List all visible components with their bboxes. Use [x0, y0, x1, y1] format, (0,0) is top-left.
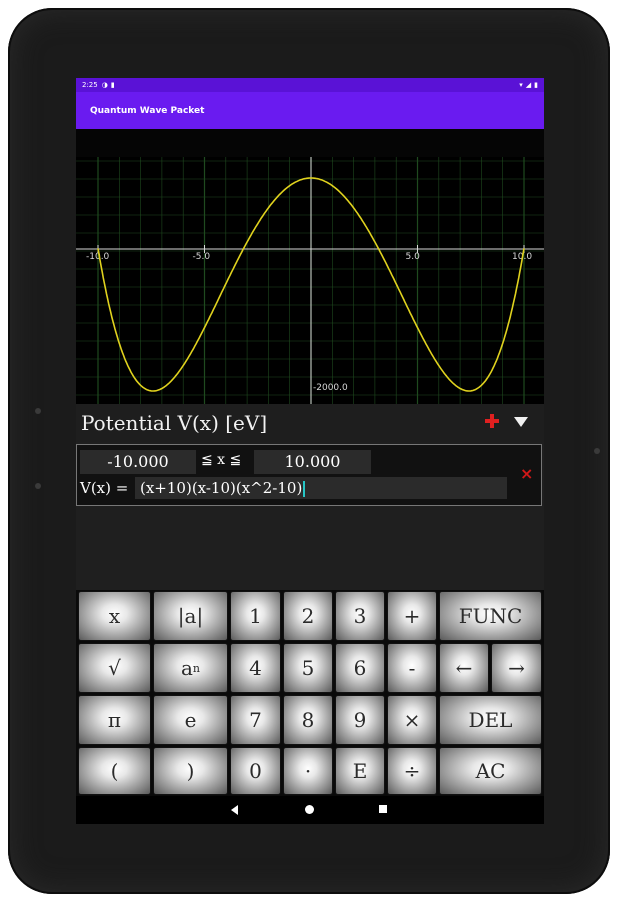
range-min-field[interactable]: -10.000 — [80, 450, 196, 474]
panel-header: Potential V(x) [eV] — [76, 404, 544, 442]
function-expression-text: (x+10)(x-10)(x^2-10) — [140, 479, 303, 497]
potential-input-panel: -10.000 ≦ x ≦ 10.000 V(x) = (x+10)(x-10)… — [76, 444, 542, 506]
text-cursor — [303, 481, 306, 497]
key-open-paren[interactable]: ( — [78, 747, 151, 795]
graph-background — [76, 157, 544, 404]
key-pi[interactable]: π — [78, 695, 151, 745]
signal-icon: ◢ — [525, 81, 532, 89]
recents-icon[interactable] — [379, 805, 387, 813]
key-func[interactable]: FUNC — [439, 591, 542, 641]
key-ac[interactable]: AC — [439, 747, 542, 795]
key-divide[interactable]: ÷ — [387, 747, 437, 795]
home-icon[interactable] — [305, 805, 314, 814]
panel-title: Potential V(x) [eV] — [81, 411, 268, 435]
key-3[interactable]: 3 — [335, 591, 385, 641]
key-close-paren[interactable]: ) — [153, 747, 228, 795]
navigation-bar — [76, 796, 544, 824]
function-expression-input[interactable]: (x+10)(x-10)(x^2-10) — [135, 477, 507, 499]
chevron-down-icon[interactable] — [514, 416, 528, 428]
wifi-icon: ▾ — [519, 81, 523, 89]
sim-icon: ▮ — [110, 81, 115, 89]
x-tick-label: -10.0 — [86, 252, 110, 262]
key-power-base: a — [180, 656, 193, 680]
key-plus[interactable]: + — [387, 591, 437, 641]
battery-icon: ▮ — [534, 81, 538, 89]
key-e[interactable]: e — [153, 695, 228, 745]
right-sensor — [594, 448, 600, 454]
status-bar: 2:25 ◑ ▮ ▾ ◢ ▮ — [76, 78, 544, 92]
key-4[interactable]: 4 — [230, 643, 281, 693]
front-camera — [35, 408, 41, 414]
key-left-arrow[interactable]: ← — [439, 643, 489, 693]
key-abs[interactable]: |a| — [153, 591, 228, 641]
key-6[interactable]: 6 — [335, 643, 385, 693]
back-icon[interactable] — [231, 805, 238, 815]
x-tick-label: -5.0 — [193, 252, 211, 262]
key-5[interactable]: 5 — [283, 643, 333, 693]
status-icon: ◑ — [101, 81, 108, 89]
key-power[interactable]: an — [153, 643, 228, 693]
key-sqrt[interactable]: √ — [78, 643, 151, 693]
keypad: x |a| 1 2 3 + FUNC √ an 4 5 6 - ← → π e … — [76, 590, 544, 796]
app-bar: Quantum Wave Packet — [76, 92, 544, 129]
graph-top-band — [76, 129, 544, 157]
y-min-label: -2000.0 — [313, 383, 348, 393]
key-0[interactable]: 0 — [230, 747, 281, 795]
key-exponent-e[interactable]: E — [335, 747, 385, 795]
function-label: V(x) = — [80, 479, 129, 497]
device-screen: 2:25 ◑ ▮ ▾ ◢ ▮ Quantum Wave Packet -10.0… — [76, 78, 544, 824]
key-del[interactable]: DEL — [439, 695, 542, 745]
app-title: Quantum Wave Packet — [90, 105, 205, 116]
key-2[interactable]: 2 — [283, 591, 333, 641]
clear-icon[interactable]: × — [520, 464, 533, 483]
potential-graph[interactable]: -10.0 -5.0 5.0 10.0 -2000.0 — [76, 129, 544, 404]
range-max-field[interactable]: 10.000 — [254, 450, 371, 474]
x-tick-label: 5.0 — [406, 252, 421, 262]
add-icon[interactable] — [484, 413, 500, 429]
side-sensor — [35, 483, 41, 489]
key-x[interactable]: x — [78, 591, 151, 641]
key-1[interactable]: 1 — [230, 591, 281, 641]
key-9[interactable]: 9 — [335, 695, 385, 745]
key-power-exponent: n — [192, 661, 201, 675]
range-inequality: ≦ x ≦ — [201, 452, 242, 468]
key-7[interactable]: 7 — [230, 695, 281, 745]
graph-canvas: -10.0 -5.0 5.0 10.0-2000.0 — [76, 129, 544, 404]
key-8[interactable]: 8 — [283, 695, 333, 745]
key-minus[interactable]: - — [387, 643, 437, 693]
key-right-arrow[interactable]: → — [491, 643, 542, 693]
key-dot[interactable]: · — [283, 747, 333, 795]
key-multiply[interactable]: × — [387, 695, 437, 745]
status-time: 2:25 — [82, 81, 98, 89]
